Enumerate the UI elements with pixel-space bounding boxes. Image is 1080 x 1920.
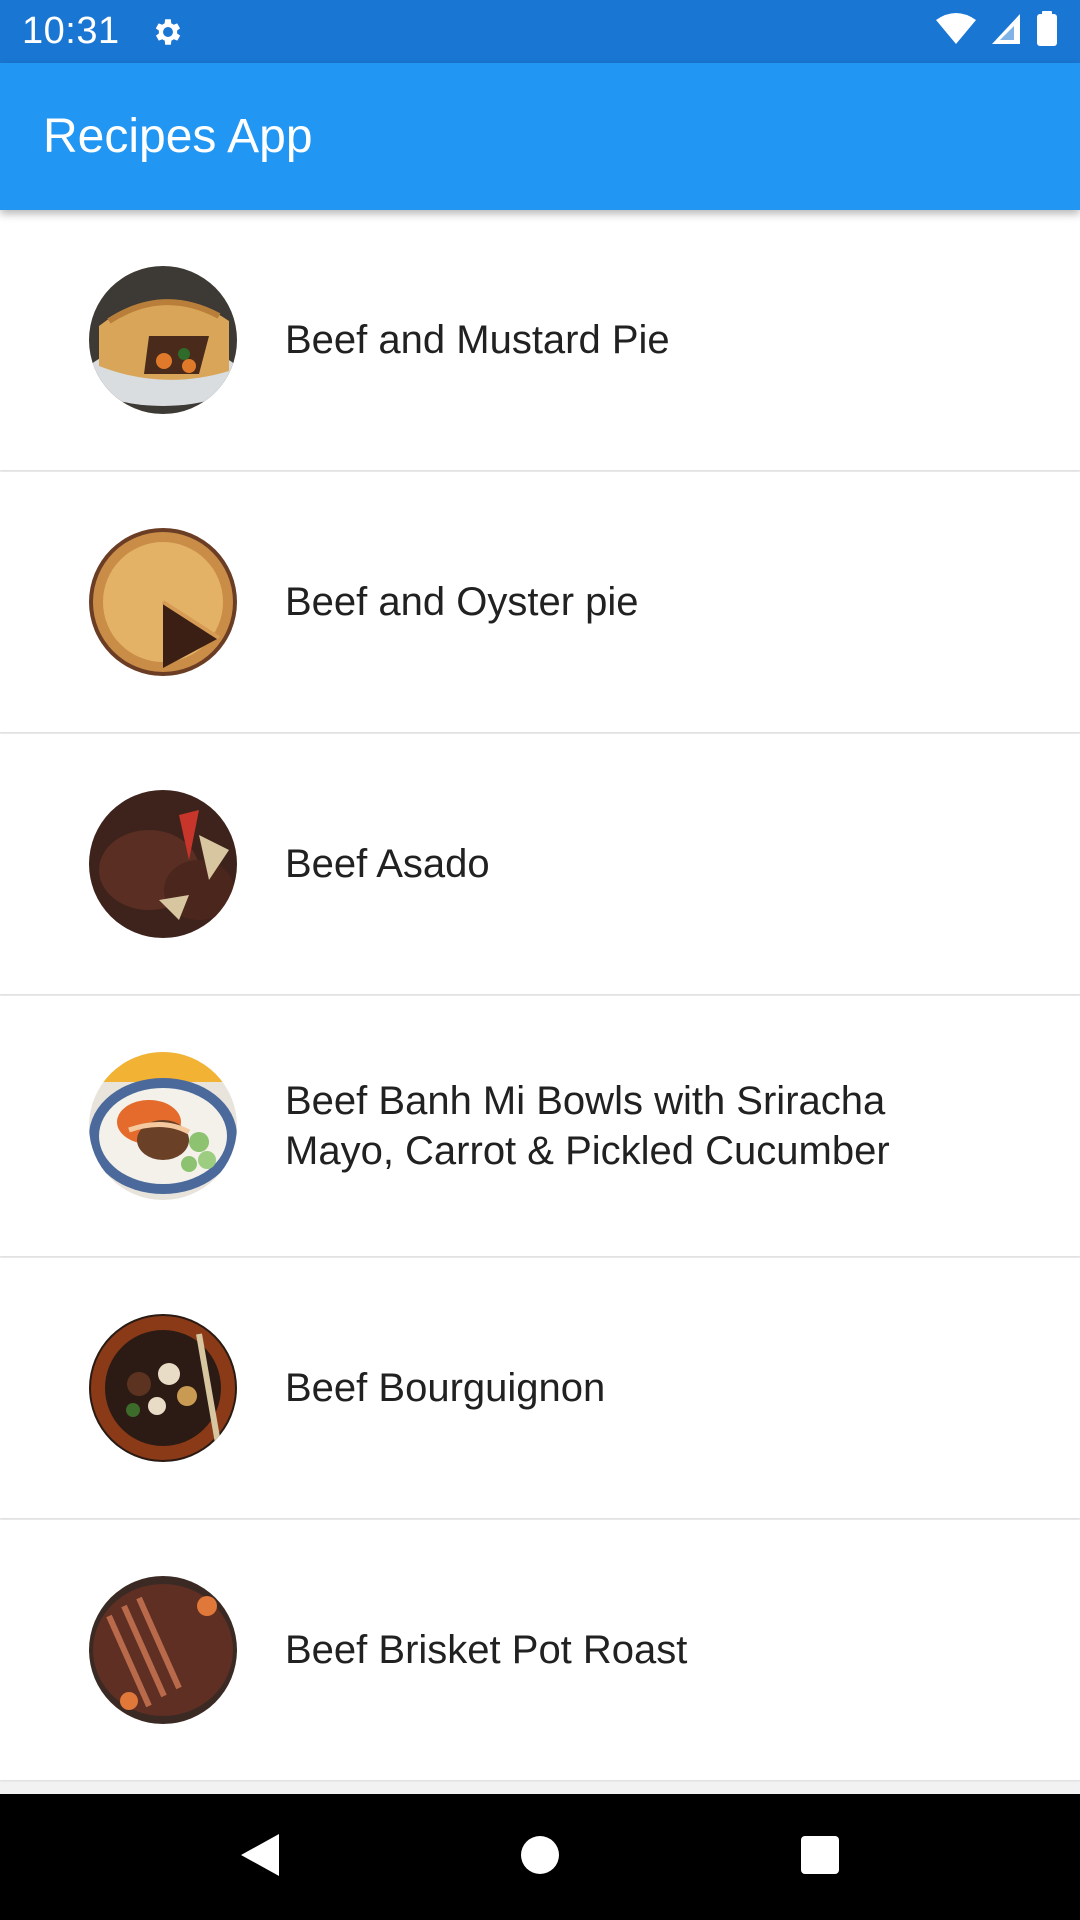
status-bar: 10:31 — [0, 0, 1080, 63]
recents-button[interactable] — [780, 1817, 860, 1897]
beef-bourguignon-image — [89, 1314, 237, 1462]
wifi-icon — [936, 12, 976, 51]
recipe-list[interactable]: Beef and Mustard Pie Beef and Oyster pie — [0, 210, 1080, 1794]
recipe-list-item[interactable]: Beef Banh Mi Bowls with Sriracha Mayo, C… — [0, 996, 1080, 1256]
home-icon — [520, 1835, 560, 1880]
beef-oyster-pie-image — [89, 528, 237, 676]
recipe-name: Beef and Mustard Pie — [285, 318, 670, 362]
back-button[interactable] — [220, 1817, 300, 1897]
recipe-name: Beef and Oyster pie — [285, 580, 639, 624]
recipe-list-item[interactable]: Beef Brisket Pot Roast — [0, 1520, 1080, 1780]
settings-gear-icon — [150, 14, 186, 50]
back-icon — [239, 1832, 281, 1883]
home-button[interactable] — [500, 1817, 580, 1897]
system-nav-bar — [0, 1794, 1080, 1920]
recipe-list-item[interactable]: Beef and Oyster pie — [0, 472, 1080, 732]
beef-brisket-image — [89, 1576, 237, 1724]
status-time: 10:31 — [22, 10, 120, 52]
recipe-name: Beef Brisket Pot Roast — [285, 1628, 688, 1672]
app-bar: Recipes App — [0, 63, 1080, 210]
beef-banh-mi-bowl-image — [89, 1052, 237, 1200]
recents-icon — [800, 1835, 840, 1880]
cell-signal-icon — [990, 12, 1022, 51]
recipe-name: Beef Banh Mi Bowls with Sriracha Mayo, C… — [285, 1079, 890, 1173]
beef-mustard-pie-image — [89, 266, 237, 414]
status-icons — [936, 11, 1058, 52]
recipe-list-item[interactable]: Beef and Mustard Pie — [0, 210, 1080, 470]
recipe-list-item[interactable]: Beef Asado — [0, 734, 1080, 994]
battery-icon — [1036, 11, 1058, 52]
app-title: Recipes App — [43, 110, 313, 163]
beef-asado-image — [89, 790, 237, 938]
recipe-list-item[interactable]: Beef Bourguignon — [0, 1258, 1080, 1518]
recipe-name: Beef Asado — [285, 842, 490, 886]
recipe-name: Beef Bourguignon — [285, 1366, 606, 1410]
